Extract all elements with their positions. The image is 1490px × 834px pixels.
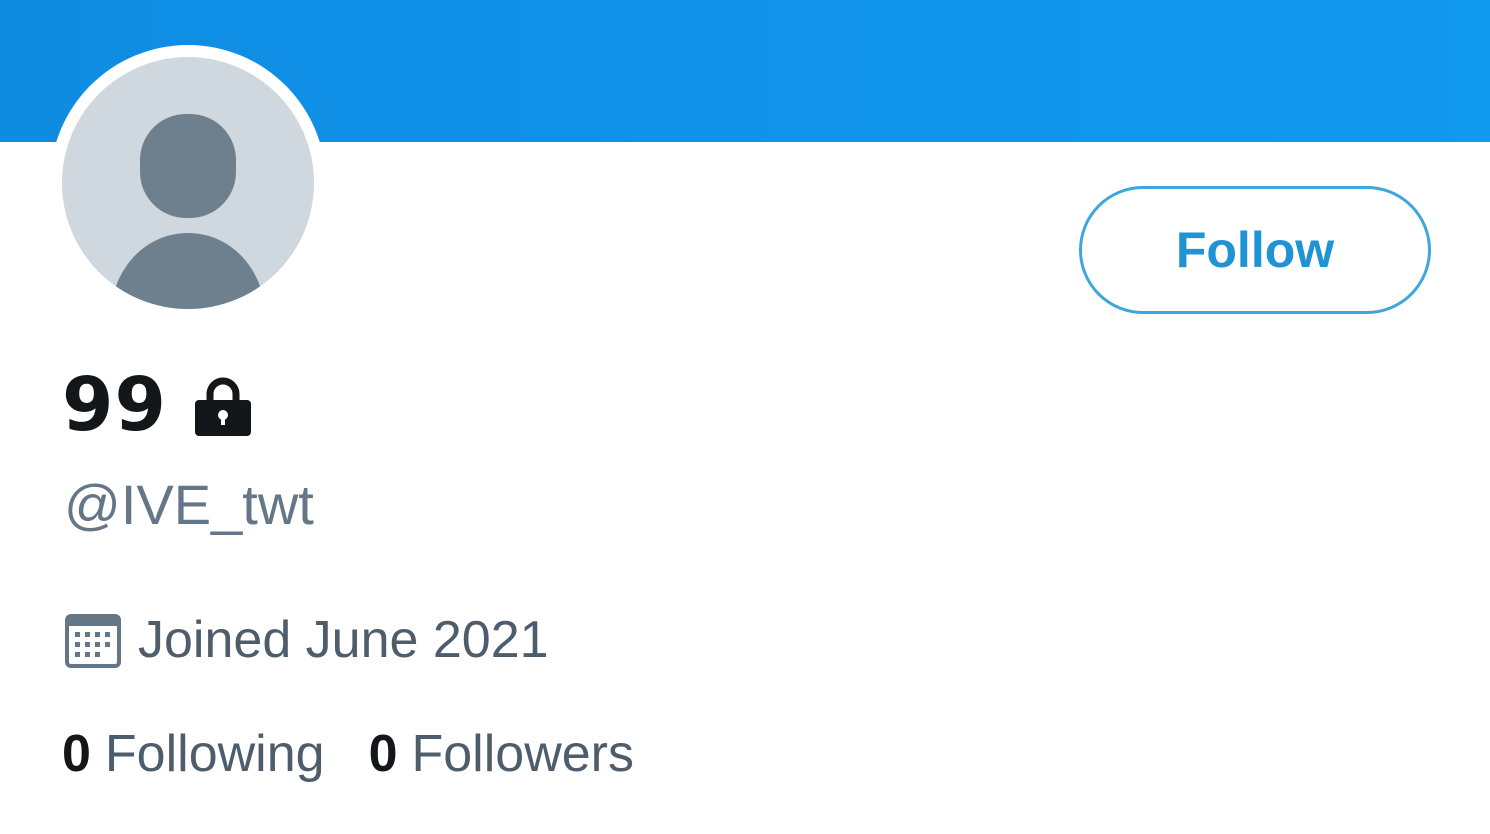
followers-count: 0 bbox=[368, 725, 398, 783]
follow-stats: 0 Following 0 Followers bbox=[62, 722, 634, 786]
joined-date: Joined June 2021 bbox=[64, 608, 549, 672]
calendar-icon bbox=[64, 611, 122, 669]
avatar[interactable] bbox=[50, 45, 326, 321]
default-avatar-icon bbox=[62, 57, 314, 309]
following-count: 0 bbox=[62, 725, 91, 783]
profile-handle: @IVE_twt bbox=[64, 473, 314, 536]
following-label: Following bbox=[104, 725, 325, 783]
following-stat[interactable]: 0 Following bbox=[62, 724, 325, 784]
profile-page: Follow 99 @IVE_twt Joined June 2021 0 Fo… bbox=[0, 0, 1490, 834]
followers-label: Followers bbox=[411, 725, 635, 783]
joined-text: Joined June 2021 bbox=[138, 611, 549, 669]
name-row: 99 bbox=[62, 360, 255, 450]
lock-icon bbox=[191, 375, 255, 439]
display-name: 99 bbox=[62, 362, 167, 448]
followers-stat[interactable]: 0 Followers bbox=[369, 724, 634, 784]
follow-button[interactable]: Follow bbox=[1079, 186, 1431, 314]
